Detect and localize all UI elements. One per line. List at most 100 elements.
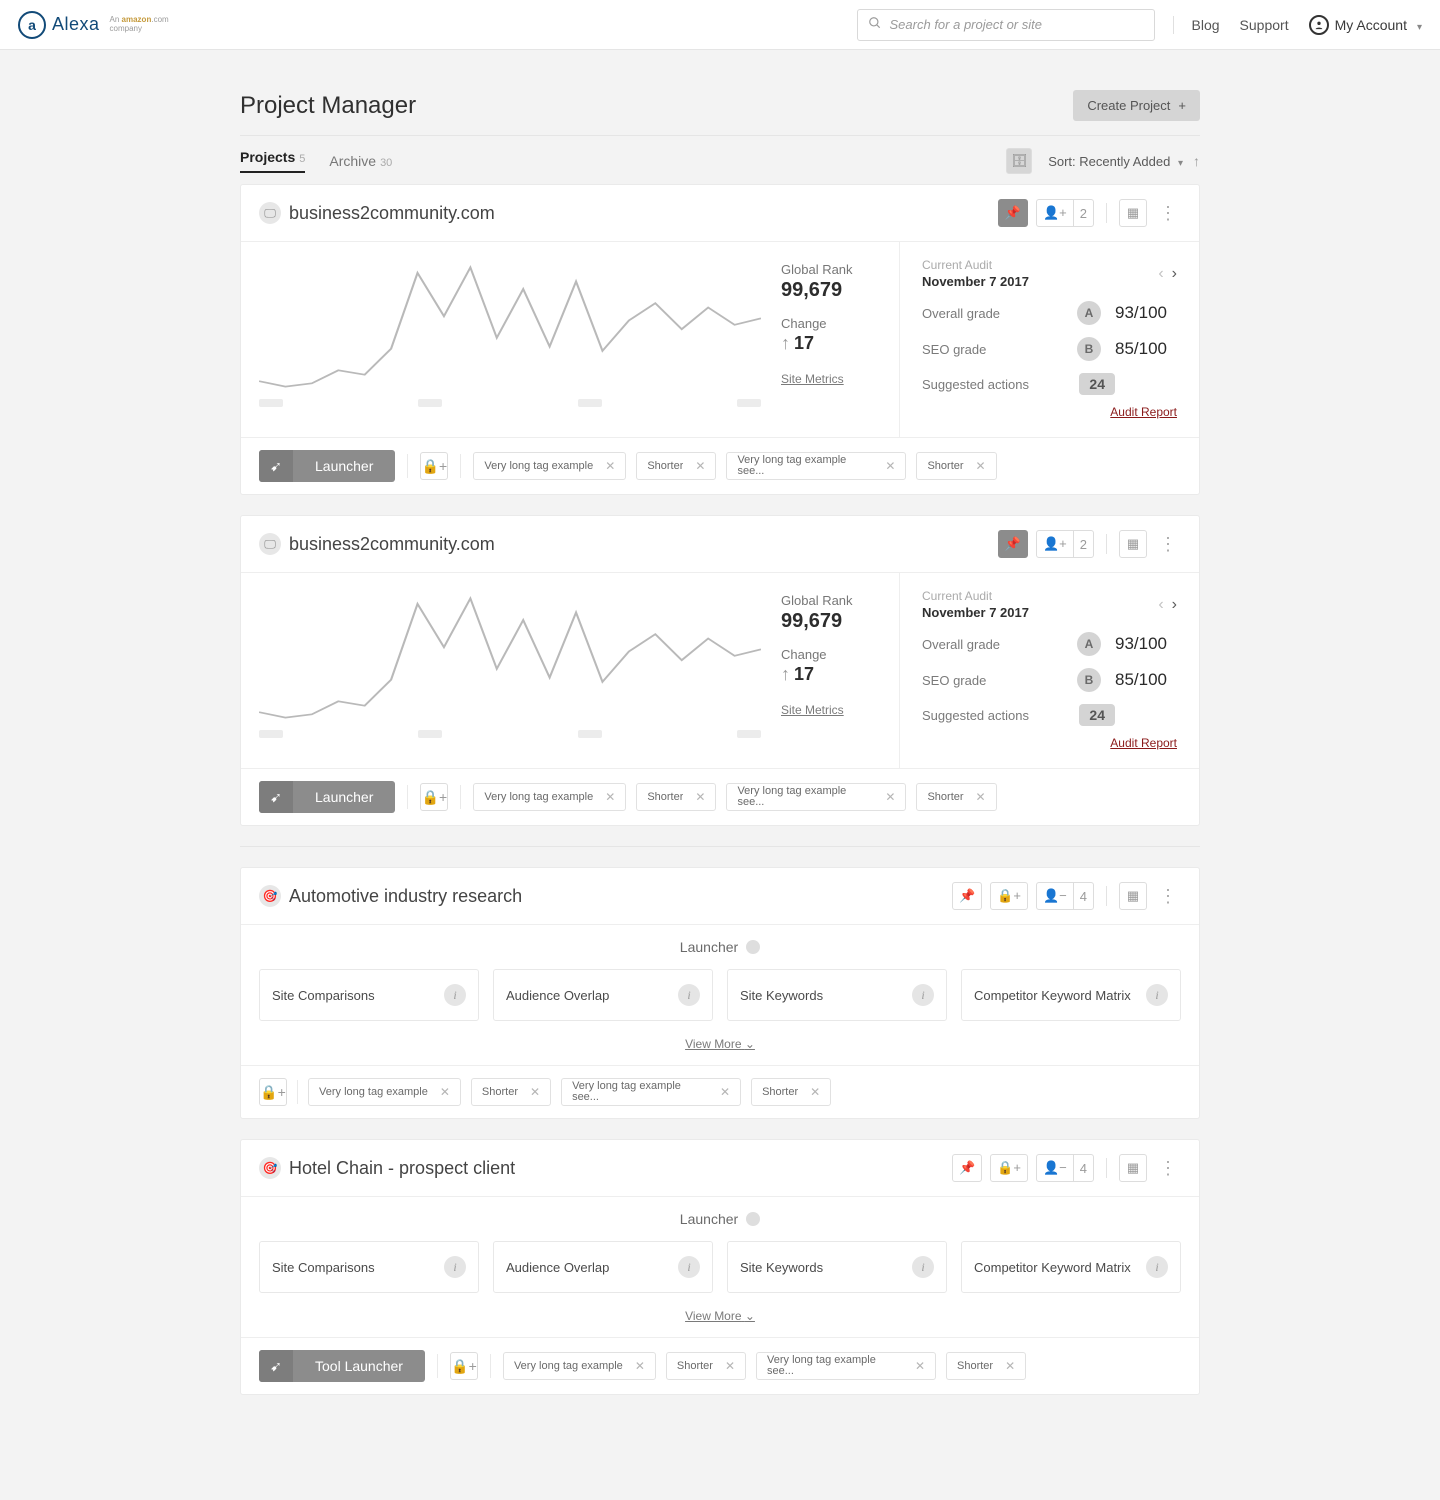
more-menu[interactable]: ⋮ (1155, 1158, 1181, 1179)
project-title[interactable]: Automotive industry research (289, 886, 952, 907)
project-title[interactable]: Hotel Chain - prospect client (289, 1158, 952, 1179)
audit-prev-button[interactable]: ‹ (1158, 596, 1163, 614)
tool-site-keywords[interactable]: Site Keywordsi (727, 969, 947, 1021)
remove-tag-icon[interactable]: ✕ (725, 1359, 735, 1373)
info-icon[interactable]: i (912, 984, 934, 1006)
info-icon[interactable]: i (444, 1256, 466, 1278)
pin-button[interactable]: 📌 (998, 199, 1028, 227)
add-tag-button[interactable]: 🔒+ (450, 1352, 478, 1380)
sort-direction-button[interactable] (1193, 153, 1200, 169)
arrow-up-icon: ↑ (781, 333, 790, 354)
remove-tag-icon[interactable]: ✕ (605, 790, 615, 804)
share-button[interactable]: 👤− 4 (1036, 882, 1094, 910)
sort-menu[interactable]: Sort: Recently Added (1048, 154, 1183, 169)
more-menu[interactable]: ⋮ (1155, 534, 1181, 555)
audit-prev-button[interactable]: ‹ (1158, 265, 1163, 283)
remove-tag-icon[interactable]: ✕ (810, 1085, 820, 1099)
grid-view-button[interactable]: ▦ (1119, 1154, 1147, 1182)
tool-site-comparisons[interactable]: Site Comparisonsi (259, 1241, 479, 1293)
remove-tag-icon[interactable]: ✕ (605, 459, 615, 473)
search-input[interactable]: Search for a project or site (857, 9, 1155, 41)
tab-projects[interactable]: Projects 5 (240, 149, 305, 173)
chevron-down-icon: ⌄ (745, 1037, 755, 1051)
create-project-button[interactable]: Create Project (1073, 90, 1200, 121)
plus-icon (1178, 98, 1186, 113)
add-tag-button[interactable]: 🔒+ (259, 1078, 287, 1106)
pin-button[interactable]: 📌 (998, 530, 1028, 558)
nav-support[interactable]: Support (1240, 17, 1289, 33)
remove-tag-icon[interactable]: ✕ (635, 1359, 645, 1373)
remove-tag-icon[interactable]: ✕ (885, 459, 895, 473)
launcher-button[interactable]: ➹ Launcher (259, 781, 395, 813)
grid-view-button[interactable]: ▦ (1119, 199, 1147, 227)
share-button[interactable]: 👤+ 2 (1036, 530, 1094, 558)
more-menu[interactable]: ⋮ (1155, 203, 1181, 224)
launcher-button[interactable]: ➹ Launcher (259, 450, 395, 482)
view-more-label: View More (685, 1309, 741, 1323)
tool-competitor-keyword-matrix[interactable]: Competitor Keyword Matrixi (961, 969, 1181, 1021)
remove-tag-icon[interactable]: ✕ (976, 790, 986, 804)
tool-site-keywords[interactable]: Site Keywordsi (727, 1241, 947, 1293)
remove-tag-icon[interactable]: ✕ (1005, 1359, 1015, 1373)
info-icon[interactable]: i (678, 984, 700, 1006)
pin-button[interactable]: 📌 (952, 882, 982, 910)
project-card: 🎯 Automotive industry research 📌 🔒+ 👤− 4… (240, 867, 1200, 1119)
grid-view-button[interactable]: ▦ (1119, 882, 1147, 910)
nav-blog[interactable]: Blog (1192, 17, 1220, 33)
site-metrics-link[interactable]: Site Metrics (781, 703, 881, 717)
account-menu[interactable]: My Account (1309, 15, 1422, 35)
info-icon[interactable]: i (912, 1256, 934, 1278)
site-metrics-link[interactable]: Site Metrics (781, 372, 881, 386)
info-icon[interactable]: i (678, 1256, 700, 1278)
seo-grade-label: SEO grade (922, 673, 1077, 688)
audit-next-button[interactable]: › (1172, 596, 1177, 614)
tool-competitor-keyword-matrix[interactable]: Competitor Keyword Matrixi (961, 1241, 1181, 1293)
view-more-link[interactable]: View More ⌄ (241, 1305, 1199, 1337)
overall-grade-letter: A (1077, 301, 1101, 325)
page-header: Project Manager Create Project (240, 90, 1200, 136)
pin-button[interactable]: 📌 (952, 1154, 982, 1182)
seo-grade-score: 85/100 (1115, 670, 1177, 690)
remove-tag-icon[interactable]: ✕ (915, 1359, 925, 1373)
remove-tag-icon[interactable]: ✕ (440, 1085, 450, 1099)
view-more-label: View More (685, 1037, 741, 1051)
tab-archive[interactable]: Archive 30 (329, 153, 392, 169)
add-tag-button[interactable]: 🔒+ (420, 783, 448, 811)
grid-view-button[interactable]: ▦ (1119, 530, 1147, 558)
info-icon[interactable]: i (444, 984, 466, 1006)
bulk-archive-button[interactable]: 🗄 (1006, 148, 1032, 174)
remove-tag-icon[interactable]: ✕ (976, 459, 986, 473)
project-title[interactable]: business2community.com (289, 203, 998, 224)
tab-archive-count: 30 (380, 157, 392, 169)
rank-sparkline (259, 262, 761, 417)
remove-tag-icon[interactable]: ✕ (530, 1085, 540, 1099)
tag: Shorter✕ (666, 1352, 746, 1380)
share-button[interactable]: 👤+ 2 (1036, 199, 1094, 227)
remove-tag-icon[interactable]: ✕ (695, 459, 705, 473)
tool-audience-overlap[interactable]: Audience Overlapi (493, 969, 713, 1021)
logo[interactable]: a Alexa (18, 11, 100, 39)
grid-icon: ▦ (1127, 1160, 1139, 1176)
more-menu[interactable]: ⋮ (1155, 886, 1181, 907)
tool-launcher-button[interactable]: ➹ Tool Launcher (259, 1350, 425, 1382)
remove-tag-icon[interactable]: ✕ (695, 790, 705, 804)
tool-site-comparisons[interactable]: Site Comparisonsi (259, 969, 479, 1021)
share-button[interactable]: 👤− 4 (1036, 1154, 1094, 1182)
info-icon[interactable]: i (1146, 1256, 1168, 1278)
view-more-link[interactable]: View More ⌄ (241, 1033, 1199, 1065)
remove-tag-icon[interactable]: ✕ (885, 790, 895, 804)
info-icon[interactable]: i (1146, 984, 1168, 1006)
lock-button[interactable]: 🔒+ (990, 1154, 1028, 1182)
search-icon (868, 16, 882, 33)
add-tag-button[interactable]: 🔒+ (420, 452, 448, 480)
remove-tag-icon[interactable]: ✕ (720, 1085, 730, 1099)
dots-icon: ⋮ (1159, 203, 1177, 223)
audit-next-button[interactable]: › (1172, 265, 1177, 283)
audit-report-link[interactable]: Audit Report (1110, 405, 1177, 419)
overall-grade-label: Overall grade (922, 306, 1077, 321)
launcher-label: Launcher (680, 939, 738, 955)
lock-button[interactable]: 🔒+ (990, 882, 1028, 910)
tool-audience-overlap[interactable]: Audience Overlapi (493, 1241, 713, 1293)
project-title[interactable]: business2community.com (289, 534, 998, 555)
audit-report-link[interactable]: Audit Report (1110, 736, 1177, 750)
